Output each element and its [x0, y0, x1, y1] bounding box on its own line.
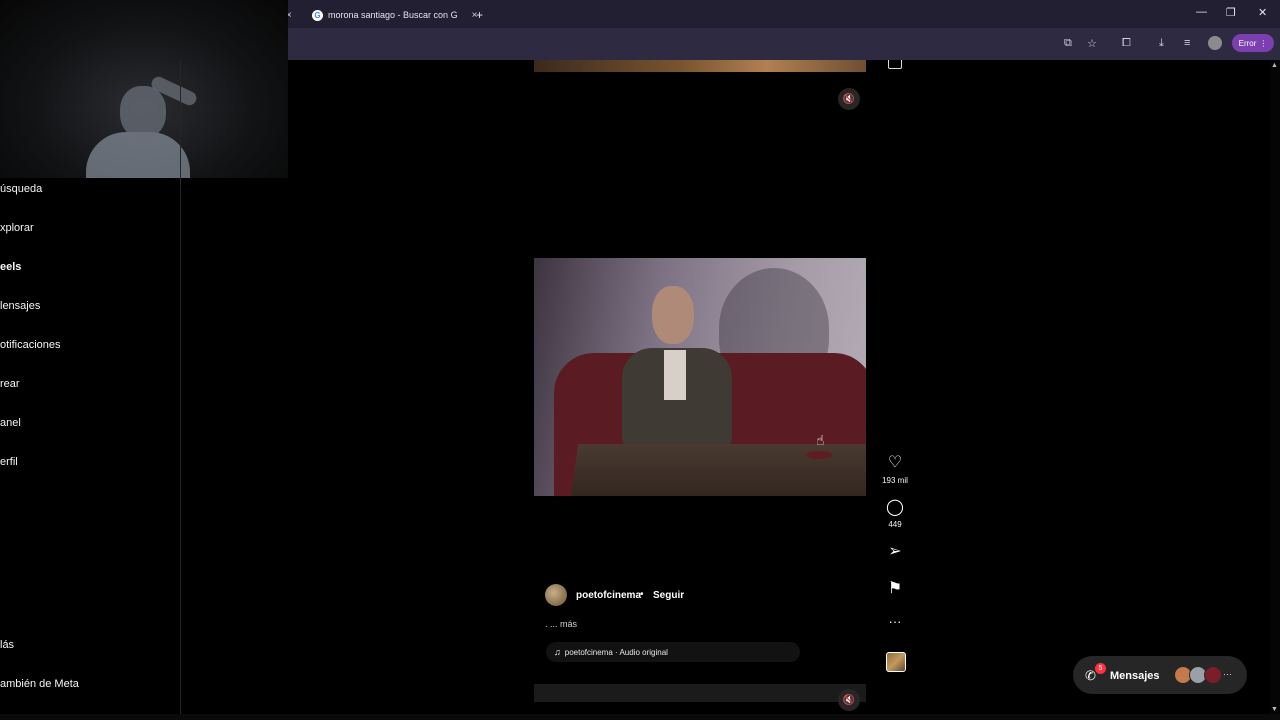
previous-reel-video[interactable]	[534, 60, 866, 72]
video-man-head	[652, 286, 694, 344]
video-man-shirt	[664, 350, 686, 400]
kebab-menu-icon: ⋮	[1259, 38, 1268, 48]
sidebar-item-reels[interactable]: eels	[0, 261, 21, 273]
scroll-up-icon[interactable]: ▲	[1271, 62, 1278, 69]
reel-video[interactable]	[534, 258, 866, 496]
minimize-button[interactable]: —	[1196, 6, 1207, 18]
music-note-icon: ♫	[554, 647, 561, 657]
error-button[interactable]: Error ⋮	[1232, 34, 1274, 52]
separator-dot: •	[640, 589, 644, 600]
unread-badge: 5	[1095, 663, 1106, 674]
close-window-button[interactable]: ✕	[1258, 6, 1267, 19]
follow-button[interactable]: Seguir	[653, 590, 684, 601]
username-link[interactable]: poetofcinema	[576, 590, 641, 601]
extensions-icon[interactable]: ⧠	[1122, 37, 1131, 50]
sidebar-item-mas[interactable]: lás	[0, 639, 14, 651]
caption-more-link[interactable]: . ... más	[545, 619, 577, 629]
message-avatar	[1204, 666, 1222, 684]
audio-thumbnail[interactable]	[886, 652, 906, 672]
more-options-icon[interactable]: ···	[883, 614, 907, 629]
audio-label: poetofcinema · Audio original	[564, 647, 668, 657]
mute-icon[interactable]: 🔇	[838, 88, 860, 110]
sidebar-nav	[0, 60, 181, 720]
share-send-icon[interactable]: ➢	[883, 541, 907, 561]
error-label: Error	[1238, 38, 1257, 48]
bookmark-star-icon[interactable]: ☆	[1087, 37, 1097, 50]
sidebar-item-mensajes[interactable]: lensajes	[0, 300, 40, 312]
hand-cursor-icon: ☝	[816, 432, 825, 448]
comment-count: 449	[888, 520, 902, 529]
save-bookmark-icon[interactable]: ⚑	[883, 578, 907, 598]
install-app-icon[interactable]: ⧉	[1064, 37, 1072, 50]
sidebar-item-panel[interactable]: anel	[0, 417, 21, 429]
media-control-icon[interactable]: ≡	[1184, 37, 1190, 49]
google-favicon-icon: G	[312, 9, 323, 21]
mute-icon[interactable]: 🔇	[838, 689, 860, 711]
profile-avatar[interactable]	[1208, 36, 1222, 50]
download-icon[interactable]: ⤓	[1159, 37, 1164, 50]
tab-title: morona santiago - Buscar con G	[328, 10, 458, 20]
previous-audio-thumb[interactable]	[888, 60, 902, 69]
browser-tab-2[interactable]: G morona santiago - Buscar con G ×	[312, 4, 477, 26]
sidebar-item-explorar[interactable]: xplorar	[0, 222, 34, 234]
like-count: 193 mil	[882, 476, 908, 485]
audio-link[interactable]: ♫ poetofcinema · Audio original	[546, 642, 800, 662]
scroll-down-icon[interactable]: ▼	[1271, 706, 1278, 713]
sidebar-item-crear[interactable]: rear	[0, 378, 20, 390]
bottom-scroll-area	[0, 714, 1280, 720]
sidebar-item-notificaciones[interactable]: otificaciones	[0, 339, 61, 351]
next-reel-video[interactable]	[534, 684, 866, 702]
video-ashtray	[806, 451, 832, 459]
page-scrollbar[interactable]	[1270, 60, 1280, 715]
sidebar-item-perfil[interactable]: erfil	[0, 456, 18, 468]
new-tab-button[interactable]: +	[476, 4, 483, 26]
more-avatars-icon: ···	[1223, 669, 1232, 679]
messenger-icon: ✆	[1085, 668, 1096, 683]
sidebar-item-busqueda[interactable]: úsqueda	[0, 183, 42, 195]
like-heart-icon[interactable]: ♡	[883, 452, 907, 472]
user-avatar[interactable]	[545, 584, 567, 606]
comment-icon[interactable]: ◯	[883, 497, 907, 517]
messages-label: Mensajes	[1110, 670, 1160, 682]
sidebar-item-tambien-de-meta[interactable]: ambién de Meta	[0, 678, 79, 690]
restore-button[interactable]: ❐	[1226, 6, 1236, 19]
